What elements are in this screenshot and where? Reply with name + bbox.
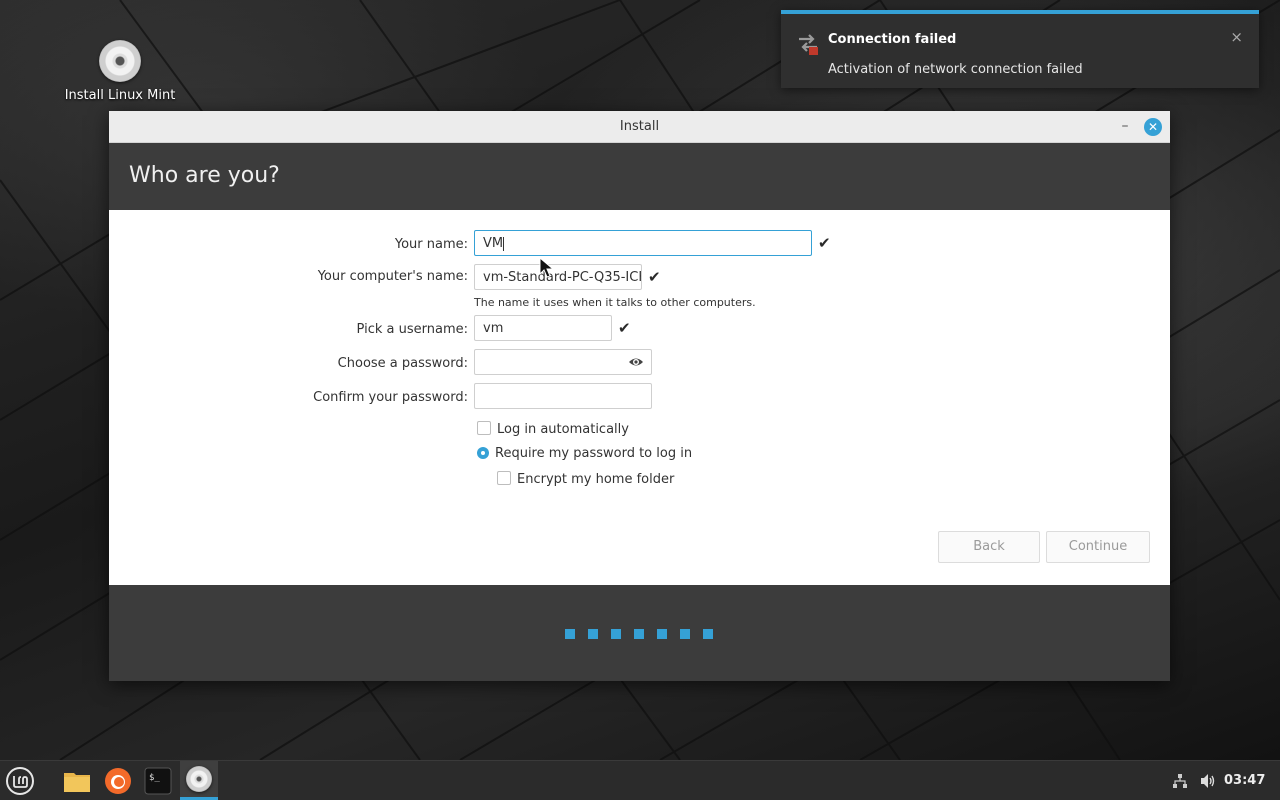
progress-footer: [109, 585, 1170, 681]
clock[interactable]: 03:47: [1224, 773, 1265, 788]
minimize-button[interactable]: –: [1116, 117, 1134, 135]
computer-name-field[interactable]: vm-Standard-PC-Q35-ICH: [474, 264, 642, 290]
confirm-password-field[interactable]: [474, 383, 652, 409]
progress-dot: [634, 629, 644, 639]
desktop-install-icon[interactable]: Install Linux Mint: [62, 40, 178, 103]
require-password-option[interactable]: Require my password to log in: [477, 446, 692, 461]
firefox-icon[interactable]: [103, 766, 133, 796]
login-automatically-label: Log in automatically: [497, 422, 629, 437]
mouse-pointer-icon: [539, 257, 555, 278]
svg-text:$_: $_: [149, 773, 160, 783]
login-automatically-option[interactable]: Log in automatically: [477, 421, 629, 437]
progress-dot: [703, 629, 713, 639]
computer-name-valid-check-icon: ✔: [648, 268, 661, 286]
name-valid-check-icon: ✔: [818, 234, 831, 252]
notification-popup[interactable]: Connection failed Activation of network …: [781, 10, 1259, 88]
name-value: VM: [483, 236, 504, 251]
name-field[interactable]: VM: [474, 230, 812, 256]
page-header: Who are you?: [109, 143, 1170, 210]
page-title: Who are you?: [129, 163, 280, 188]
progress-dot: [680, 629, 690, 639]
username-label: Pick a username:: [356, 322, 468, 337]
taskbar: $_ 03:47: [0, 760, 1280, 800]
encrypt-home-label: Encrypt my home folder: [517, 472, 675, 487]
notification-close-icon[interactable]: ×: [1230, 28, 1243, 46]
continue-button[interactable]: Continue: [1046, 531, 1150, 563]
disc-icon: [99, 40, 141, 82]
confirm-password-label: Confirm your password:: [313, 390, 468, 405]
username-valid-check-icon: ✔: [618, 319, 631, 337]
notification-body: Activation of network connection failed: [828, 62, 1083, 77]
desktop-icon-label: Install Linux Mint: [64, 88, 176, 103]
progress-dot: [588, 629, 598, 639]
text-cursor: [503, 236, 505, 251]
require-password-label: Require my password to log in: [495, 446, 693, 461]
computer-name-hint: The name it uses when it talks to other …: [474, 296, 756, 309]
notification-title: Connection failed: [828, 32, 957, 47]
window-title: Install: [619, 119, 660, 134]
computer-name-value: vm-Standard-PC-Q35-ICH: [483, 270, 642, 285]
encrypt-home-option[interactable]: Encrypt my home folder: [497, 471, 674, 487]
username-value: vm: [483, 321, 504, 336]
network-error-icon: [799, 34, 818, 55]
computer-name-label: Your computer's name:: [317, 269, 468, 284]
name-label: Your name:: [394, 237, 468, 252]
mint-menu-icon[interactable]: [5, 766, 35, 796]
require-password-radio[interactable]: [477, 447, 489, 459]
show-password-eye-icon[interactable]: [628, 355, 644, 369]
progress-dots: [565, 628, 726, 643]
back-button[interactable]: Back: [938, 531, 1040, 563]
password-label: Choose a password:: [337, 356, 468, 371]
window-titlebar[interactable]: Install – ✕: [109, 111, 1170, 143]
progress-dot: [611, 629, 621, 639]
progress-dot: [565, 629, 575, 639]
encrypt-home-checkbox[interactable]: [497, 471, 511, 485]
user-form: Your name: VM ✔ Your computer's name: vm…: [109, 210, 1170, 585]
installer-window: Install – ✕ Who are you? Your name: VM ✔…: [109, 111, 1170, 681]
network-icon[interactable]: [1172, 773, 1188, 789]
login-automatically-checkbox[interactable]: [477, 421, 491, 435]
username-field[interactable]: vm: [474, 315, 612, 341]
volume-icon[interactable]: [1199, 773, 1217, 789]
terminal-icon[interactable]: $_: [143, 766, 173, 796]
close-button[interactable]: ✕: [1144, 118, 1162, 136]
installer-taskbar-button[interactable]: [180, 761, 218, 800]
password-field[interactable]: [474, 349, 652, 375]
progress-dot: [657, 629, 667, 639]
installer-disc-icon: [186, 766, 212, 792]
files-folder-icon[interactable]: [62, 766, 92, 796]
